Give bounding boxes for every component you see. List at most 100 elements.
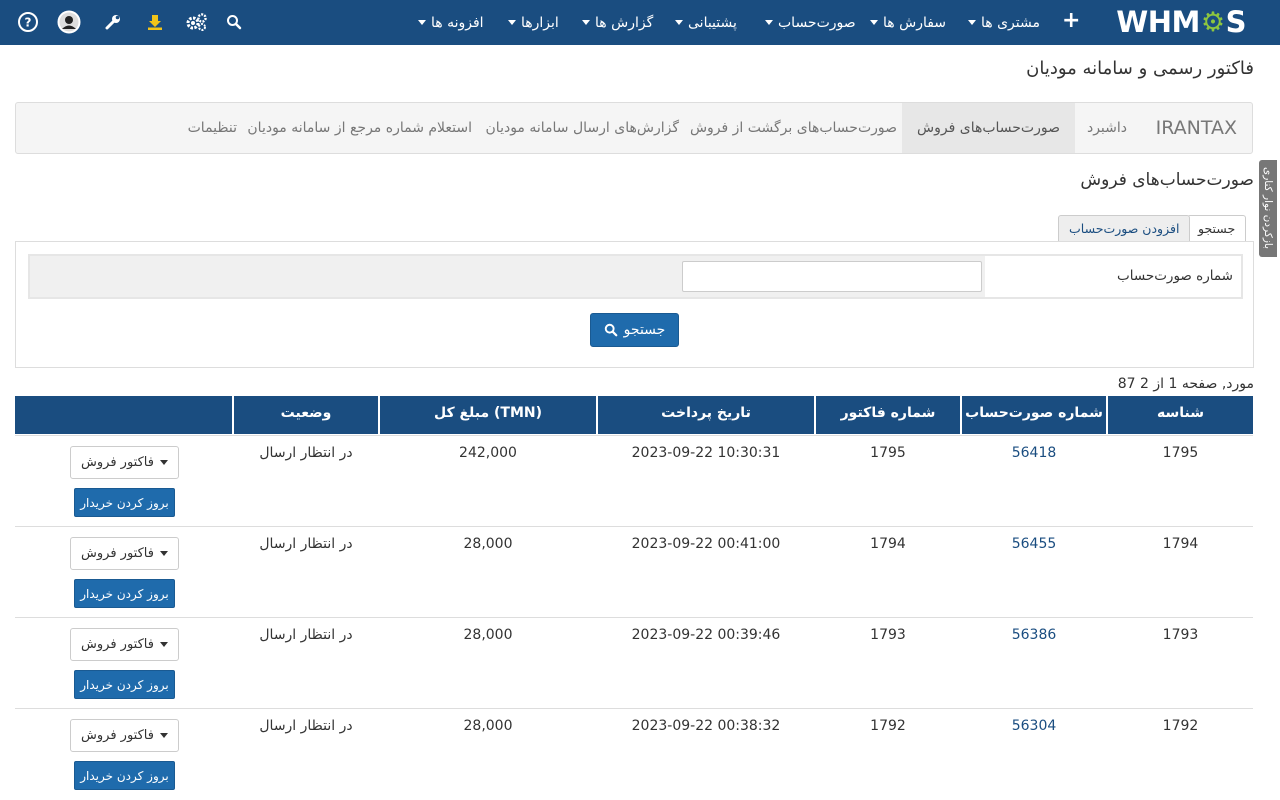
table-row: 1793 56386 1793 2023-09-22 00:39:46 28,0… xyxy=(15,617,1253,708)
col-sales-invoice-number[interactable]: شماره فاکتور فروش xyxy=(816,396,960,455)
cell-sales-invoice: 1792 xyxy=(870,718,906,734)
col-payment-date[interactable]: تاریخ پرداخت xyxy=(598,396,814,434)
col-id[interactable]: شناسه xyxy=(1108,396,1253,434)
tab-settings[interactable]: تنظیمات xyxy=(188,103,237,153)
chevron-down-icon xyxy=(675,20,683,25)
sales-invoice-dropdown[interactable]: فاکتور فروش xyxy=(70,537,179,570)
table-row: 1792 56304 1792 2023-09-22 00:38:32 28,0… xyxy=(15,708,1253,799)
search-icon xyxy=(604,323,618,337)
cell-id: 1794 xyxy=(1162,536,1199,552)
update-buyer-button[interactable]: بروز کردن خریدار xyxy=(74,761,175,790)
cell-invoice-link[interactable]: 56304 xyxy=(962,718,1106,734)
table-row: 1794 56455 1794 2023-09-22 00:41:00 28,0… xyxy=(15,526,1253,617)
tab-reference-inquiry[interactable]: استعلام شماره مرجع از سامانه مودیان xyxy=(247,103,472,153)
chevron-down-icon xyxy=(508,20,516,25)
chevron-down-icon xyxy=(159,642,168,647)
col-status[interactable]: وضعیت xyxy=(234,396,378,434)
cell-invoice-link[interactable]: 56455 xyxy=(962,536,1106,552)
tab-return-invoices[interactable]: صورت‌حساب‌های برگشت از فروش xyxy=(690,103,897,153)
invoice-number-label: شماره صورت‌حساب xyxy=(985,256,1241,297)
plus-icon[interactable]: + xyxy=(1062,8,1080,33)
nav-utilities[interactable]: ابزارها xyxy=(508,0,559,45)
chevron-down-icon xyxy=(870,20,878,25)
search-button[interactable]: جستجو xyxy=(590,313,679,347)
nav-label: مشتری ها xyxy=(981,14,1040,31)
open-sidebar-tab[interactable]: بازکردن نوار کناری xyxy=(1259,160,1277,257)
nav-label: گزارش ها xyxy=(595,14,654,31)
table-header: شناسه شماره صورت‌حساب شماره فاکتور فروش … xyxy=(15,396,1253,455)
nav-label: صورت‌حساب xyxy=(778,14,856,31)
nav-orders[interactable]: سفارش ها xyxy=(870,0,946,45)
cell-amount: 28,000 xyxy=(463,536,513,552)
cell-id: 1795 xyxy=(1162,445,1199,461)
pagination-info: 87 مورد, صفحه 1 از 2 xyxy=(1117,376,1254,392)
nav-billing[interactable]: صورت‌حساب xyxy=(765,0,856,45)
whmcs-logo[interactable]: WHM ⚙ S xyxy=(1116,5,1247,39)
wrench-icon[interactable] xyxy=(101,10,125,34)
chevron-down-icon xyxy=(968,20,976,25)
cell-id: 1793 xyxy=(1162,627,1199,643)
cell-sales-invoice: 1794 xyxy=(870,536,906,552)
update-buyer-button[interactable]: بروز کردن خریدار xyxy=(74,579,175,608)
avatar[interactable] xyxy=(57,10,81,34)
update-buyer-button[interactable]: بروز کردن خریدار xyxy=(74,670,175,699)
nav-label: ابزارها xyxy=(521,14,559,31)
tab-search[interactable]: جستجو xyxy=(1187,215,1247,243)
cell-date: 2023-09-22 00:41:00 xyxy=(631,536,781,552)
tab-irantax-brand[interactable]: IRANTAX xyxy=(1156,103,1237,153)
tab-sales-invoices[interactable]: صورت‌حساب‌های فروش xyxy=(902,103,1075,153)
section-title: صورت‌حساب‌های فروش xyxy=(1080,170,1254,190)
chevron-down-icon xyxy=(765,20,773,25)
chevron-down-icon xyxy=(418,20,426,25)
col-total-amount[interactable]: مبلغ کل (TMN) xyxy=(380,396,596,434)
page-title: فاکتور رسمی و سامانه مودیان xyxy=(1026,58,1254,79)
dropdown-label: فاکتور فروش xyxy=(81,546,154,561)
tab-add-invoice[interactable]: افزودن صورت‌حساب xyxy=(1058,215,1191,242)
logo-text-start: WHM xyxy=(1116,5,1200,39)
cell-status: در انتظار ارسال xyxy=(259,445,353,461)
top-navbar: WHM ⚙ S + مشتری ها سفارش ها صورت‌حساب پشتی… xyxy=(0,0,1280,45)
chevron-down-icon xyxy=(582,20,590,25)
svg-text:?: ? xyxy=(25,16,32,30)
dropdown-label: فاکتور فروش xyxy=(81,455,154,470)
download-icon[interactable] xyxy=(143,10,167,34)
nav-addons[interactable]: افزونه ها xyxy=(418,0,484,45)
nav-label: افزونه ها xyxy=(431,14,484,31)
cell-date: 2023-09-22 00:38:32 xyxy=(631,718,781,734)
nav-reports[interactable]: گزارش ها xyxy=(582,0,653,45)
search-button-label: جستجو xyxy=(623,322,666,338)
cell-amount: 242,000 xyxy=(459,445,517,461)
update-buyer-button[interactable]: بروز کردن خریدار xyxy=(74,488,175,517)
cell-id: 1792 xyxy=(1162,718,1199,734)
logo-gear-icon: ⚙ xyxy=(1200,6,1225,38)
sales-invoice-dropdown[interactable]: فاکتور فروش xyxy=(70,446,179,479)
dropdown-label: فاکتور فروش xyxy=(81,728,154,743)
cell-date: 2023-09-22 00:39:46 xyxy=(631,627,781,643)
tab-send-reports[interactable]: گزارش‌های ارسال سامانه مودیان xyxy=(486,103,679,153)
tab-dashboard[interactable]: داشبرد xyxy=(1087,103,1127,153)
col-invoice-number[interactable]: شماره صورت‌حساب xyxy=(962,396,1106,434)
chevron-down-icon xyxy=(159,733,168,738)
search-icon[interactable] xyxy=(222,10,246,34)
nav-customers[interactable]: مشتری ها xyxy=(968,0,1040,45)
col-actions xyxy=(15,396,232,434)
cell-status: در انتظار ارسال xyxy=(259,627,353,643)
nav-label: سفارش ها xyxy=(883,14,947,31)
logo-text-end: S xyxy=(1225,5,1247,39)
sales-invoice-dropdown[interactable]: فاکتور فروش xyxy=(70,719,179,752)
invoice-number-input[interactable] xyxy=(682,261,982,292)
cell-sales-invoice: 1793 xyxy=(870,627,906,643)
cell-invoice-link[interactable]: 56418 xyxy=(962,445,1106,461)
table-row: 1795 56418 1795 2023-09-22 10:30:31 242,… xyxy=(15,435,1253,526)
help-icon[interactable]: ? xyxy=(16,10,40,34)
nav-support[interactable]: پشتیبانی xyxy=(675,0,737,45)
chevron-down-icon xyxy=(159,460,168,465)
cogs-icon[interactable] xyxy=(185,10,209,34)
invoices-table: شناسه شماره صورت‌حساب شماره فاکتور فروش … xyxy=(15,396,1253,790)
search-panel: شماره صورت‌حساب جستجو xyxy=(15,241,1254,368)
chevron-down-icon xyxy=(159,551,168,556)
invoice-number-row: شماره صورت‌حساب xyxy=(28,254,1243,299)
cell-invoice-link[interactable]: 56386 xyxy=(962,627,1106,643)
sales-invoice-dropdown[interactable]: فاکتور فروش xyxy=(70,628,179,661)
cell-amount: 28,000 xyxy=(463,627,513,643)
